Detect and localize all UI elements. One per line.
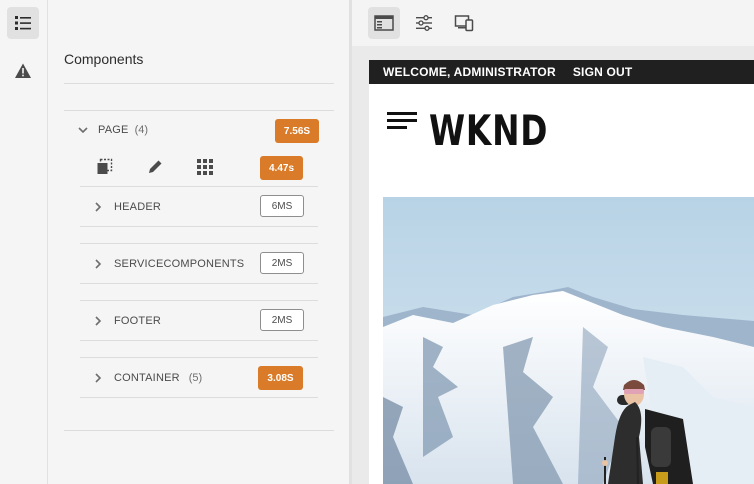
toggle-side-panel-button[interactable]	[368, 7, 400, 39]
timing-badge: 2MS	[260, 309, 304, 331]
divider	[64, 430, 334, 431]
divider	[64, 110, 334, 111]
content-tree-icon	[15, 16, 31, 30]
timing-badge: 6MS	[260, 195, 304, 217]
emulator-icon	[454, 15, 474, 32]
site-header: WKND	[369, 84, 754, 196]
timing-badge: 4.47s	[260, 156, 303, 180]
toggle-side-panel-icon	[374, 15, 394, 31]
tree-row-header[interactable]: HEADER	[92, 201, 161, 213]
tree-row-label: SERVICECOMPONENTS	[114, 258, 245, 270]
divider	[64, 83, 334, 84]
hamburger-menu-icon[interactable]	[387, 110, 417, 130]
site-frame: WELCOME, ADMINISTRATOR SIGN OUT WKND	[369, 60, 754, 484]
divider	[80, 243, 318, 244]
chevron-down-icon[interactable]	[77, 124, 89, 136]
chevron-right-icon[interactable]	[92, 258, 104, 270]
tree-row-footer[interactable]: FOOTER	[92, 315, 161, 327]
panel-title: Components	[64, 51, 144, 67]
timing-badge: 3.08S	[258, 366, 303, 390]
chevron-right-icon[interactable]	[92, 315, 104, 327]
preview-toolbar	[352, 0, 754, 46]
edit-icon[interactable]	[146, 158, 164, 176]
divider	[80, 340, 318, 341]
divider	[80, 397, 318, 398]
page-properties-button[interactable]	[408, 7, 440, 39]
chevron-right-icon[interactable]	[92, 201, 104, 213]
hero-image	[383, 197, 754, 484]
divider	[80, 300, 318, 301]
timing-badge: 7.56S	[275, 119, 319, 143]
chevron-right-icon[interactable]	[92, 372, 104, 384]
grid-icon[interactable]	[196, 158, 214, 176]
timing-badge: 2MS	[260, 252, 304, 274]
alerts-button[interactable]	[7, 55, 39, 87]
tree-row-container[interactable]: CONTAINER (5)	[92, 372, 202, 384]
components-panel: Components PAGE (4) 7.56S 4.47s HEADER 6…	[48, 0, 349, 484]
left-rail	[0, 0, 48, 484]
welcome-link[interactable]: WELCOME, ADMINISTRATOR	[383, 65, 556, 79]
divider	[80, 283, 318, 284]
content-tree-button[interactable]	[7, 7, 39, 39]
sign-out-link[interactable]: SIGN OUT	[573, 65, 633, 79]
page-preview: WELCOME, ADMINISTRATOR SIGN OUT WKND	[352, 0, 754, 484]
alert-icon	[15, 63, 31, 78]
site-topbar: WELCOME, ADMINISTRATOR SIGN OUT	[369, 60, 754, 84]
divider	[80, 186, 318, 187]
tree-row-label: CONTAINER	[114, 372, 180, 384]
tree-row-page[interactable]: PAGE (4)	[77, 124, 148, 136]
emulator-button[interactable]	[448, 7, 480, 39]
tree-row-count: (4)	[134, 124, 149, 136]
tree-row-servicecomponents[interactable]: SERVICECOMPONENTS	[92, 258, 244, 270]
tree-row-label: FOOTER	[114, 315, 162, 327]
tree-row-count: (5)	[188, 372, 203, 384]
divider	[80, 357, 318, 358]
properties-icon	[416, 15, 432, 31]
copy-icon[interactable]	[96, 158, 114, 176]
divider	[80, 226, 318, 227]
tree-row-label: HEADER	[114, 201, 162, 213]
tree-row-label: PAGE	[98, 124, 129, 136]
site-logo[interactable]: WKND	[429, 106, 548, 155]
